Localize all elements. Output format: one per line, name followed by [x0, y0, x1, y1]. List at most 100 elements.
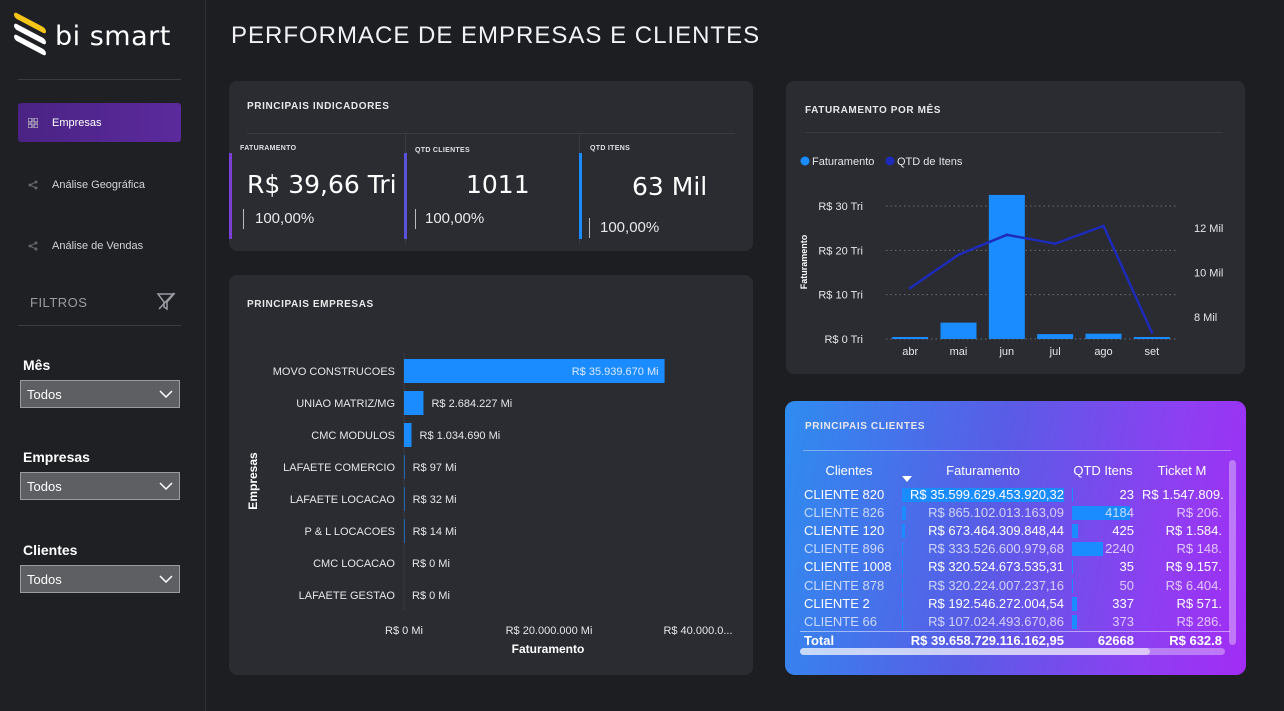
qtd-itens-cell: 2240 — [1068, 541, 1138, 557]
bar — [1133, 337, 1170, 339]
legend-label: Faturamento — [812, 156, 874, 168]
qtd-itens-cell: 35 — [1072, 559, 1134, 575]
column-header[interactable]: QTD Itens — [1068, 463, 1138, 478]
faturamento-mes-chart: Faturamento QTD de Itens R$ 0 Tri R$ 10 Tri… — [799, 156, 1223, 358]
sidebar: bi smart Empresas Análise Geográfica Aná… — [0, 0, 206, 711]
ticket-cell: R$ 1.547.809. — [1142, 486, 1224, 502]
filter-clear-icon[interactable] — [155, 290, 177, 312]
filter-select-clientes[interactable]: Todos — [20, 565, 180, 593]
kpi-pct: 100,00% — [600, 219, 660, 236]
qtd-itens-cell: 373 — [1068, 614, 1138, 629]
table-row[interactable]: CLIENTE 1008 R$ 320.524.673.535,31 35 R$ 9.… — [800, 558, 1230, 576]
x-tick-label: jul — [1049, 346, 1061, 358]
select-value: Todos — [27, 478, 62, 494]
table-row[interactable]: CLIENTE 826 R$ 865.102.013.163,09 4184 R$ 2… — [800, 503, 1230, 521]
filter-label-mes: Mês — [23, 357, 51, 373]
data-bar — [1072, 614, 1078, 629]
logo-text: bi smart — [55, 20, 171, 52]
line-point — [1053, 242, 1057, 246]
ticket-cell: R$ 148. — [1176, 541, 1222, 557]
kpi-accent-bar — [579, 153, 582, 239]
data-bar — [902, 542, 904, 557]
faturamento-cell: R$ 333.526.600.979,68 — [898, 541, 1068, 557]
divider — [18, 79, 181, 80]
data-label: R$ 35.939.670 Mi — [572, 366, 659, 378]
network-icon — [28, 180, 38, 189]
table-row[interactable]: CLIENTE 896 R$ 333.526.600.979,68 2240 R$ 1… — [800, 540, 1230, 558]
client-name: CLIENTE 120 — [804, 522, 885, 538]
table-row[interactable]: CLIENTE 120 R$ 673.464.309.848,44 425 R$ 1.… — [800, 521, 1230, 539]
divider — [18, 325, 181, 326]
data-label: R$ 2.684.227 Mi — [431, 398, 512, 410]
table-row[interactable]: CLIENTE 2 R$ 192.546.272.004,54 337 R$ 571. — [800, 594, 1230, 612]
line-point — [1150, 330, 1154, 334]
select-value: Todos — [27, 571, 62, 587]
kpi-label: QTD CLIENTES — [415, 147, 470, 154]
faturamento-cell: R$ 107.024.493.670,86 — [902, 613, 1064, 629]
category-label: MOVO CONSTRUCOES — [273, 366, 395, 378]
y-tick-label: R$ 20 Tri — [818, 245, 863, 257]
nav-item-analise-geografica[interactable]: Análise Geográfica — [18, 165, 181, 204]
horizontal-scrollbar[interactable] — [800, 648, 1225, 655]
bar — [404, 455, 405, 479]
vertical-scrollbar[interactable] — [1229, 460, 1236, 645]
card-title: PRINCIPAIS INDICADORES — [247, 101, 390, 112]
x-tick-label: R$ 40.000.0... — [663, 625, 732, 637]
bar — [988, 194, 1025, 339]
data-bar — [1072, 505, 1130, 520]
ticket-cell: R$ 6.404. — [1165, 577, 1222, 593]
faturamento-cell: R$ 35.599.629.453.920,32 — [898, 487, 1068, 502]
x-tick-label: R$ 0 Mi — [385, 625, 423, 637]
table-row[interactable]: CLIENTE 820 R$ 35.599.629.453.920,32 23 R$ … — [800, 485, 1230, 503]
legend-marker — [800, 156, 810, 166]
filter-label-clientes: Clientes — [23, 542, 78, 558]
y-tick-label: R$ 0 Tri — [824, 334, 863, 346]
x-tick-label: mai — [950, 346, 968, 358]
client-name: CLIENTE 820 — [804, 486, 885, 502]
data-bar — [902, 596, 903, 611]
bar — [1037, 334, 1074, 339]
bar — [892, 337, 929, 339]
client-name: CLIENTE 878 — [804, 577, 885, 593]
total-faturamento: R$ 39.658.729.116.162,95 — [910, 632, 1064, 648]
filter-select-empresas[interactable]: Todos — [20, 472, 180, 500]
logo-icon — [14, 11, 46, 57]
data-bar — [902, 487, 1064, 502]
filter-select-mes[interactable]: Todos — [20, 380, 180, 408]
table-row[interactable]: CLIENTE 878 R$ 320.224.007.237,16 50 R$ 6.4… — [800, 576, 1230, 594]
y-axis-label: Faturamento — [799, 234, 809, 289]
qtd-itens-cell: 4184 — [1068, 505, 1138, 520]
chevron-down-icon — [159, 575, 173, 583]
data-label: R$ 14 Mi — [413, 526, 457, 538]
divider — [247, 133, 735, 134]
client-name: CLIENTE 826 — [804, 504, 885, 520]
y2-tick-label: 8 Mil — [1194, 312, 1217, 324]
bar — [404, 423, 412, 447]
column-header[interactable]: Ticket M — [1138, 463, 1226, 478]
table-row[interactable]: CLIENTE 66 R$ 107.024.493.670,86 373 R$ 286… — [800, 612, 1230, 630]
kpi-pct-divider — [415, 209, 416, 229]
data-label: R$ 0 Mi — [412, 590, 450, 602]
data-label: R$ 32 Mi — [413, 494, 457, 506]
column-header[interactable]: Clientes — [800, 463, 898, 478]
qtd-itens-cell: 337 — [1068, 596, 1138, 611]
scrollbar-thumb[interactable] — [800, 648, 1150, 655]
category-label: P & L LOCACOES — [305, 526, 395, 538]
faturamento-cell: R$ 192.546.272.004,54 — [902, 595, 1064, 611]
nav-item-analise-vendas[interactable]: Análise de Vendas — [18, 226, 181, 265]
faturamento-cell: R$ 320.224.007.237,16 — [898, 578, 1068, 593]
line-point — [1102, 224, 1105, 228]
empresas-bar-chart: MOVO CONSTRUCOES R$ 35.939.670 Mi UNIAO MA… — [246, 353, 733, 656]
column-header[interactable]: Faturamento — [898, 463, 1068, 478]
kpi-pct-divider — [243, 209, 244, 229]
select-value: Todos — [27, 386, 62, 402]
y2-tick-label: 12 Mil — [1194, 223, 1223, 235]
total-qtd-itens: 62668 — [1097, 632, 1134, 648]
bar — [1085, 333, 1122, 339]
kpi-pct: 100,00% — [255, 210, 315, 227]
kpi-pct-divider — [589, 218, 590, 238]
qtd-itens-cell: 425 — [1068, 523, 1138, 538]
bar — [404, 487, 405, 511]
nav-item-empresas[interactable]: Empresas — [18, 103, 181, 142]
sort-desc-icon[interactable] — [902, 476, 912, 482]
